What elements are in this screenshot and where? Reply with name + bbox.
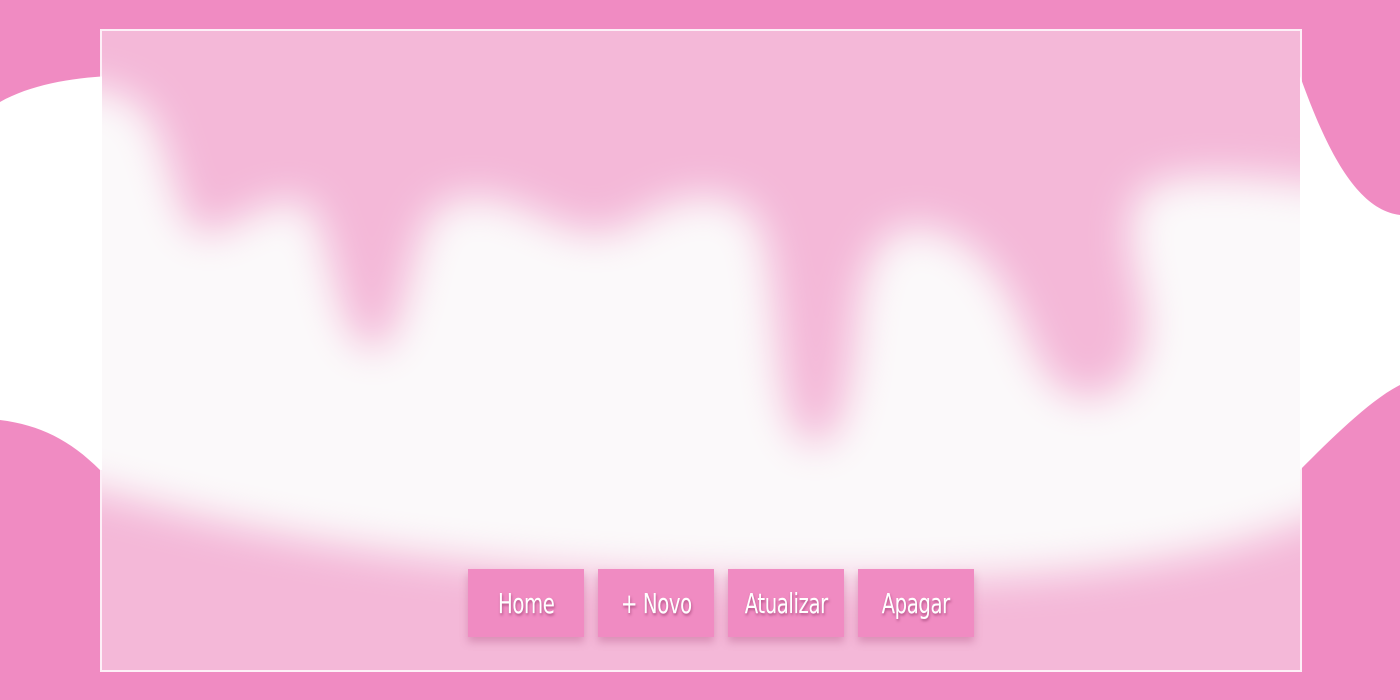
home-button[interactable]: Home [468, 569, 584, 637]
home-button-label: Home [497, 586, 555, 620]
action-toolbar: Home + Novo Atualizar Apagar [468, 569, 974, 637]
refresh-button[interactable]: Atualizar [728, 569, 844, 637]
delete-button[interactable]: Apagar [858, 569, 974, 637]
page: Home + Novo Atualizar Apagar [0, 0, 1400, 700]
new-button[interactable]: + Novo [598, 569, 714, 637]
delete-button-label: Apagar [881, 586, 951, 620]
new-button-label: + Novo [620, 586, 692, 620]
refresh-button-label: Atualizar [744, 586, 828, 620]
glass-panel: Home + Novo Atualizar Apagar [100, 29, 1302, 672]
